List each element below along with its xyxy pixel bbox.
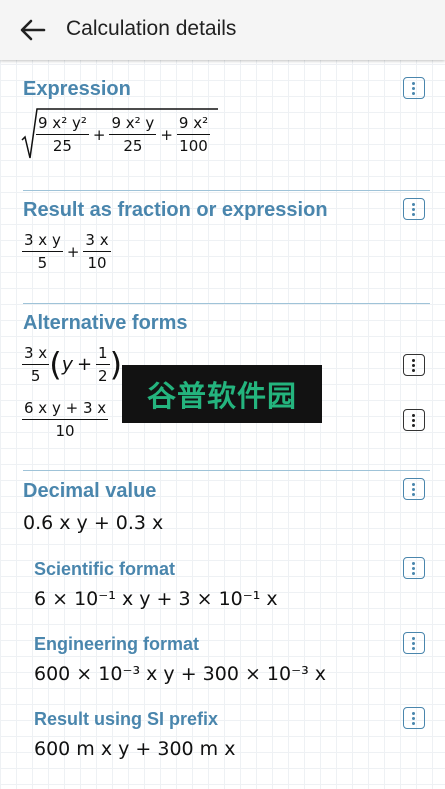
divider [23,303,430,304]
engineering-menu-icon[interactable] [403,632,425,654]
expression-term-2: 9 x² y 25 [109,114,157,155]
watermark-text: 谷普软件园 [146,379,297,413]
arrow-back-icon[interactable] [18,17,46,43]
si-prefix-value: 600 m x y + 300 m x [34,738,236,760]
engineering-value: 600 × 10⁻³ x y + 300 × 10⁻³ x [34,663,327,685]
alternative-forms-title: Alternative forms [23,312,188,334]
alternative-form-2: 6 x y + 3 x 10 [22,399,109,440]
expression-menu-icon[interactable] [403,77,425,99]
decimal-value: 0.6 x y + 0.3 x [23,512,164,534]
result-term-1: 3 x y5 [22,231,63,272]
result-fraction-math: 3 x y 5 +3 x 10 [22,231,111,272]
divider [23,470,430,471]
page-title: Calculation details [66,17,237,40]
scientific-value: 6 × 10⁻¹ x y + 3 × 10⁻¹ x [34,588,278,610]
si-prefix-menu-icon[interactable] [403,707,425,729]
engineering-title: Engineering format [34,634,200,654]
divider [23,190,430,191]
result-fraction-menu-icon[interactable] [403,198,425,220]
app-bar: Calculation details [0,0,445,60]
decimal-menu-icon[interactable] [403,478,425,500]
decimal-title: Decimal value [23,480,157,502]
alternative-form-2-menu-icon[interactable] [403,409,425,431]
alternative-form-1: 3 x 5 (y +1 2) [22,344,123,385]
expression-title: Expression [23,78,131,100]
scientific-title: Scientific format [34,559,176,579]
watermark-banner: 谷普软件园 [122,365,322,423]
expression-term-1: 9 x² y² 25 [36,114,89,155]
scientific-menu-icon[interactable] [403,557,425,579]
result-term-2: 3 x 10 [83,231,111,272]
expression-term-3: 9 x² 100 [176,114,211,155]
result-fraction-title: Result as fraction or expression [23,199,328,221]
si-prefix-title: Result using SI prefix [34,709,219,729]
alternative-form-1-menu-icon[interactable] [403,354,425,376]
expression-math: 9 x² y² 25 +9 x² y 25 +9 x² 100 [36,114,211,155]
